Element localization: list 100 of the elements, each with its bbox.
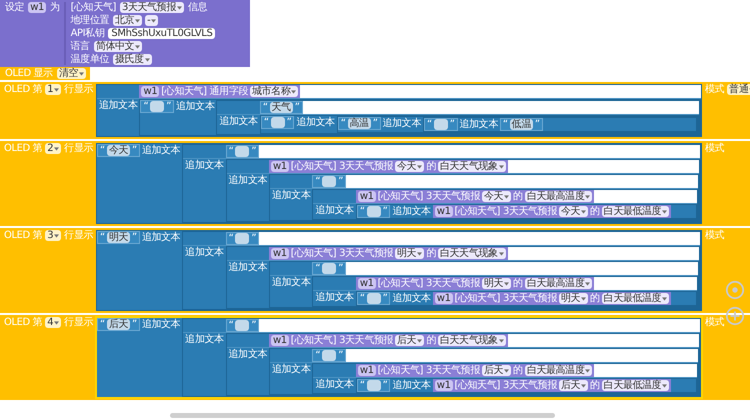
dropdown[interactable]: 白天天气现象: [438, 161, 506, 172]
dropdown[interactable]: 3: [45, 230, 62, 241]
variable-field[interactable]: w1: [434, 380, 453, 391]
caret-icon: [498, 252, 504, 256]
caret-icon: [54, 146, 60, 150]
text-field[interactable]: [235, 233, 250, 244]
variable-field[interactable]: w1: [271, 248, 289, 259]
caret-icon: [498, 338, 504, 342]
caret-icon: [504, 194, 510, 198]
text-field[interactable]: [235, 146, 250, 157]
block-label: 追加文本: [391, 292, 432, 305]
dropdown[interactable]: 4: [45, 317, 62, 328]
dropdown[interactable]: 后天: [395, 335, 424, 346]
dropdown[interactable]: 北京: [112, 15, 142, 26]
text-field[interactable]: [322, 176, 336, 187]
variable-field[interactable]: w1: [28, 2, 46, 13]
variable-field[interactable]: w1: [358, 365, 376, 376]
caret-icon: [135, 44, 140, 48]
quote-mark: “: [426, 119, 432, 130]
dropdown[interactable]: 白天最低温度: [602, 293, 670, 304]
variable-field[interactable]: w1: [271, 335, 289, 346]
block-label: 的: [512, 365, 524, 376]
quote-mark: ”: [166, 101, 171, 112]
quote-mark: ”: [132, 232, 137, 243]
quote-mark: ”: [251, 233, 256, 244]
dropdown[interactable]: 摄氏度: [112, 54, 152, 65]
block-label: 追加文本: [382, 117, 422, 130]
block-label: 追加文本: [391, 205, 432, 218]
text-field[interactable]: [150, 101, 164, 112]
caret-icon: [498, 164, 504, 168]
dropdown[interactable]: 3天天气预报: [120, 2, 184, 13]
text-field[interactable]: [322, 263, 336, 274]
text-field[interactable]: [366, 293, 381, 304]
text-field[interactable]: [322, 350, 336, 361]
quote-mark: “: [340, 118, 346, 129]
dropdown[interactable]: 后天: [482, 365, 512, 376]
dropdown[interactable]: 明天: [482, 278, 512, 289]
block-label: [心知天气]: [160, 86, 208, 97]
quote-mark: “: [228, 320, 234, 331]
block-label: [心知天气]: [290, 161, 338, 172]
dropdown[interactable]: 白天最低温度: [602, 206, 670, 217]
quote-mark: “: [228, 233, 234, 244]
dropdown[interactable]: 1: [45, 84, 62, 95]
text-field[interactable]: [235, 320, 250, 331]
text-field[interactable]: 后天: [106, 319, 130, 330]
text-field[interactable]: [366, 380, 381, 391]
dropdown[interactable]: 简体中文: [94, 41, 142, 52]
caret-icon: [151, 18, 156, 22]
scrollbar[interactable]: [170, 413, 555, 418]
variable-field[interactable]: w1: [141, 86, 160, 97]
dropdown[interactable]: -: [145, 15, 158, 26]
quote-mark: ”: [382, 293, 388, 304]
text-field[interactable]: 今天: [106, 145, 130, 156]
block-label: 为: [48, 2, 61, 13]
variable-field[interactable]: w1: [358, 278, 376, 289]
dropdown[interactable]: 清空: [56, 68, 86, 79]
variable-field[interactable]: w1: [434, 293, 453, 304]
dropdown[interactable]: 后天: [558, 380, 588, 391]
dropdown[interactable]: 白天天气现象: [438, 335, 506, 346]
dropdown[interactable]: 今天: [558, 206, 588, 217]
quote-mark: ”: [132, 145, 137, 156]
text-field[interactable]: [366, 206, 381, 217]
dropdown[interactable]: 白天最低温度: [602, 380, 670, 391]
quote-mark: “: [360, 380, 365, 391]
caret-icon: [417, 164, 422, 168]
variable-field[interactable]: w1: [358, 191, 376, 202]
dropdown[interactable]: 今天: [482, 191, 512, 202]
text-field[interactable]: 低温: [510, 119, 533, 130]
dropdown[interactable]: 白天最高温度: [524, 278, 592, 289]
block-label: 3天天气预报: [338, 248, 394, 259]
dropdown[interactable]: 白天最高温度: [524, 191, 592, 202]
dropdown[interactable]: 明天: [395, 248, 424, 259]
dropdown[interactable]: 2: [45, 143, 62, 154]
dropdown[interactable]: 今天: [395, 161, 424, 172]
block-label: 的: [589, 206, 601, 217]
quote-mark: ”: [286, 117, 292, 128]
text-field[interactable]: 天气: [270, 102, 293, 113]
dropdown[interactable]: 明天: [558, 293, 588, 304]
text-field[interactable]: 高温: [348, 118, 371, 129]
quote-mark: ”: [372, 118, 378, 129]
text-field[interactable]: 明天: [106, 232, 130, 243]
variable-field[interactable]: w1: [271, 161, 289, 172]
dropdown[interactable]: 城市名称: [250, 86, 298, 97]
dropdown[interactable]: 白天天气现象: [438, 248, 506, 259]
quote-mark: “: [100, 319, 105, 330]
quote-mark: “: [264, 117, 269, 128]
text-field[interactable]: [270, 117, 285, 128]
block-label: OLED 显示: [4, 68, 54, 79]
api-key-field[interactable]: SMhSshUxuTL0GLVLS: [108, 28, 216, 39]
block-label: OLED 第: [3, 230, 44, 241]
block-label: OLED 第: [3, 84, 44, 95]
zoom-in-icon[interactable]: [725, 306, 745, 326]
quote-mark: ”: [534, 119, 540, 130]
dropdown[interactable]: 普通: [727, 84, 750, 95]
variable-field[interactable]: w1: [434, 206, 453, 217]
text-field[interactable]: [434, 119, 448, 130]
block-label: OLED 第: [3, 143, 44, 154]
block-label: 模式: [704, 230, 726, 241]
dropdown[interactable]: 白天最高温度: [524, 365, 592, 376]
quote-mark: ”: [251, 146, 256, 157]
